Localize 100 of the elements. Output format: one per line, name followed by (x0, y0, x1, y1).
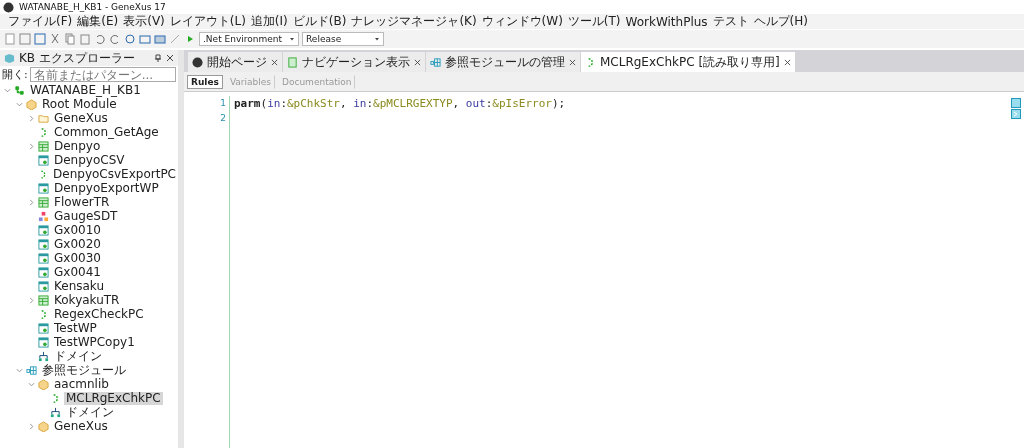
close-icon[interactable] (271, 58, 278, 66)
environment-dropdown[interactable]: .Net Environment (199, 32, 299, 46)
chevron-down-icon[interactable] (4, 86, 11, 94)
window-title: WATANABE_H_KB1 - GeneXus 17 (19, 2, 166, 12)
menu-item[interactable]: レイアウト(L) (169, 13, 246, 30)
tree-item[interactable]: GeneXus (52, 111, 110, 125)
editor-tab[interactable]: ナビゲーション表示 (283, 52, 425, 72)
table-icon (38, 196, 49, 208)
menu-item[interactable]: 表示(V) (123, 13, 165, 30)
tree-item[interactable]: KokyakuTR (52, 293, 122, 307)
tree-item[interactable]: TestWP (52, 321, 99, 335)
tree-item[interactable]: Root Module (40, 97, 119, 111)
chevron-down-icon[interactable] (28, 380, 35, 388)
chevron-right-icon[interactable] (28, 114, 35, 122)
line-number: 2 (220, 112, 226, 125)
web-panel-icon (38, 238, 49, 250)
tree-item[interactable]: Gx0041 (52, 265, 103, 279)
configuration-dropdown[interactable]: Release (302, 32, 384, 46)
tree-item[interactable]: Gx0020 (52, 237, 103, 251)
web-panel-icon (38, 322, 49, 334)
filter-field[interactable]: 名前またはパターン... (29, 67, 176, 82)
tree-item[interactable]: Gx0030 (52, 251, 103, 265)
tree-item[interactable]: Gx0010 (52, 223, 103, 237)
menu-item[interactable]: テスト (712, 13, 749, 30)
web-panel-icon (38, 224, 49, 236)
tree-item[interactable]: 参照モジュール (40, 363, 128, 377)
code-line: parm(in:&pChkStr, in:&pMCLRGEXTYP, out:&pIsError); (234, 96, 566, 111)
module-grid-icon (430, 56, 441, 68)
web-panel-icon (38, 266, 49, 278)
paste-icon[interactable] (79, 33, 91, 45)
hierarchy-icon (14, 84, 25, 96)
tree-item[interactable]: DenpyoCsvExportPC (51, 167, 178, 181)
logo-icon (3, 1, 14, 13)
pin-icon[interactable] (154, 54, 162, 62)
chevron-right-icon[interactable] (28, 142, 35, 150)
tree-item[interactable]: Kensaku (52, 279, 107, 293)
tree-item[interactable]: MCLRgExChkPC (64, 391, 163, 405)
folder-icon (38, 112, 49, 124)
web-panel-icon (38, 182, 49, 194)
tree-item[interactable]: Denpyo (52, 139, 103, 153)
cube-icon (4, 52, 15, 64)
chevron-right-icon[interactable] (28, 198, 35, 206)
chevron-right-icon[interactable] (28, 296, 35, 304)
tree-item[interactable]: RegexCheckPC (52, 307, 146, 321)
web-panel-icon (38, 336, 49, 348)
new-icon[interactable] (4, 33, 16, 45)
web-panel-icon (38, 280, 49, 292)
module-grid-icon (26, 364, 37, 376)
menu-item[interactable]: 追加(I) (250, 13, 288, 30)
tree-item[interactable]: ドメイン (64, 405, 116, 419)
tree-item[interactable]: TestWPCopy1 (52, 335, 137, 349)
web-panel-icon (38, 252, 49, 264)
menu-item[interactable]: ウィンドウ(W) (481, 13, 563, 30)
redo-icon[interactable] (109, 33, 121, 45)
web-panel-icon (38, 154, 49, 166)
structure-icon (38, 210, 49, 222)
chevron-right-icon[interactable] (28, 422, 35, 430)
close-icon[interactable] (414, 58, 421, 66)
tree-item[interactable]: FlowerTR (52, 195, 112, 209)
table-icon (38, 294, 49, 306)
copy-icon[interactable] (64, 33, 76, 45)
panel-title: KB エクスプローラー (19, 49, 136, 67)
table-icon (38, 140, 49, 152)
editor-tab[interactable]: MCLRgExChkPC [読み取り専用] (581, 52, 795, 72)
tree-item[interactable]: ドメイン (52, 349, 104, 363)
chevron-down-icon[interactable] (16, 366, 23, 374)
filter-label: 開く: (2, 67, 28, 82)
domain-icon (50, 406, 61, 418)
document-icon (287, 56, 298, 68)
menu-item[interactable]: ファイル(F) (8, 13, 73, 30)
editor-tab[interactable]: 参照モジュールの管理 (426, 52, 580, 72)
box-icon (38, 420, 49, 432)
undo-icon[interactable] (94, 33, 106, 45)
close-icon[interactable] (783, 58, 791, 66)
menu-item[interactable]: WorkWithPlus (625, 14, 708, 29)
tree-item[interactable]: GeneXus (52, 419, 110, 433)
menu-item[interactable]: ツール(T) (567, 13, 621, 30)
chevron-down-icon[interactable] (16, 100, 23, 108)
domain-icon (38, 350, 49, 362)
line-number: 1 (220, 97, 226, 110)
tree-item[interactable]: Common_GetAge (52, 125, 161, 139)
box-icon (26, 98, 37, 110)
tree-item[interactable]: aacmnlib (52, 377, 111, 391)
caret-icon[interactable] (289, 36, 295, 42)
close-icon[interactable] (166, 54, 174, 62)
cut-icon[interactable] (49, 33, 61, 45)
expand-icon[interactable] (1011, 109, 1021, 119)
menu-item[interactable]: ナレッジマネージャ(K) (351, 13, 477, 30)
close-icon[interactable] (569, 58, 576, 66)
tree-item[interactable]: DenpyoExportWP (52, 181, 161, 195)
editor-tab[interactable]: 開始ページ (188, 52, 282, 72)
caret-icon[interactable] (374, 36, 380, 42)
menu-item[interactable]: ヘルプ(H) (753, 13, 808, 30)
tree-item[interactable]: WATANABE_H_KB1 (28, 83, 143, 97)
tree-item[interactable]: GaugeSDT (52, 209, 120, 223)
tree-item[interactable]: DenpyoCSV (52, 153, 127, 167)
section-tab[interactable]: Rules (187, 74, 223, 89)
menu-item[interactable]: 編集(E) (77, 13, 119, 30)
box-icon (38, 378, 49, 390)
menu-item[interactable]: ビルド(B) (292, 13, 347, 30)
